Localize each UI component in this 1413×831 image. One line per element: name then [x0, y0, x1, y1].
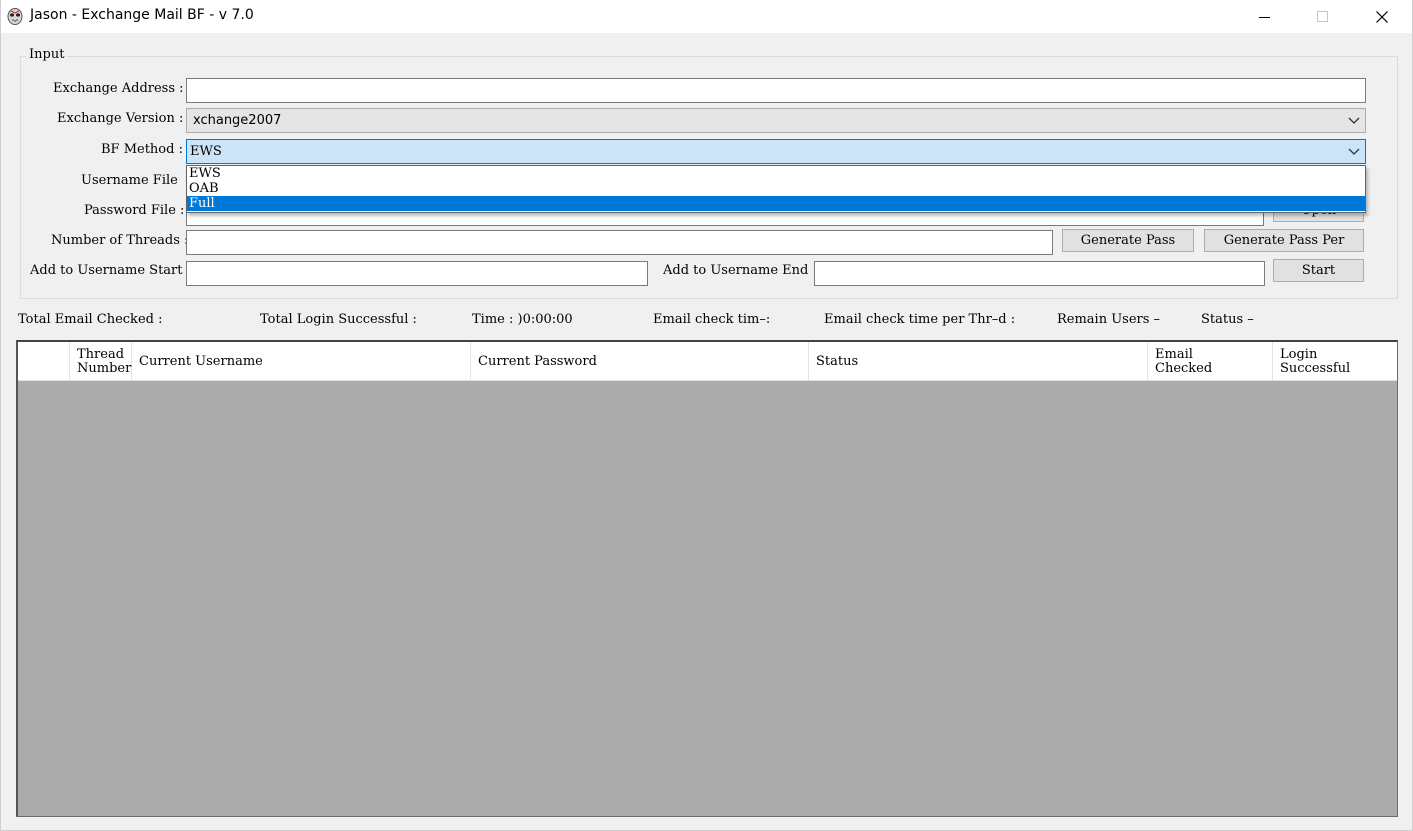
- column-header-line: Current Password: [478, 353, 597, 369]
- bf-method-select[interactable]: EWS: [186, 139, 1366, 164]
- column-header-line: Status: [816, 353, 859, 369]
- row-header-column: [18, 342, 70, 381]
- column-header-line: Checked: [1155, 360, 1213, 376]
- generate-pass-per-button[interactable]: Generate Pass Per: [1204, 229, 1364, 252]
- start-button[interactable]: Start: [1273, 259, 1364, 282]
- column-header-line: Current Username: [139, 353, 263, 369]
- total-email-checked-label: Total Email Checked :: [18, 312, 163, 327]
- chevron-down-icon: [1348, 117, 1360, 124]
- add-to-username-end-input[interactable]: [814, 261, 1265, 286]
- maximize-icon: [1317, 10, 1328, 22]
- close-button[interactable]: [1353, 0, 1411, 33]
- password-file-label: Password File :: [84, 203, 185, 218]
- email-check-time-per-thread-label: Email check time per Thr–d :: [824, 312, 1016, 327]
- column-header-status[interactable]: Status: [809, 342, 1148, 381]
- minimize-button[interactable]: [1236, 0, 1294, 33]
- bf-method-option[interactable]: OAB: [187, 181, 1365, 196]
- number-of-threads-input[interactable]: [186, 230, 1053, 255]
- column-header-current-password[interactable]: Current Password: [471, 342, 809, 381]
- column-header-line: Number: [77, 360, 132, 376]
- add-to-username-start-input[interactable]: [186, 261, 648, 286]
- bf-method-option-highlighted[interactable]: Full: [187, 196, 1365, 211]
- results-grid[interactable]: Thread Number Current Username Current Pa…: [16, 340, 1398, 817]
- column-header-line: Login: [1280, 346, 1318, 362]
- add-to-username-start-label: Add to Username Start :: [30, 263, 191, 278]
- bf-method-dropdown: EWS OAB Full: [186, 165, 1366, 213]
- exchange-address-label: Exchange Address :: [53, 81, 184, 96]
- exchange-version-select[interactable]: xchange2007: [186, 108, 1366, 133]
- add-to-username-end-label: Add to Username End :: [663, 263, 817, 278]
- time-label: Time : )0:00:00: [472, 312, 573, 327]
- bf-method-label: BF Method :: [101, 142, 183, 157]
- window-title: Jason - Exchange Mail BF - v 7.0: [30, 7, 254, 23]
- column-header-line: Successful: [1280, 360, 1351, 376]
- column-header-current-username[interactable]: Current Username: [132, 342, 471, 381]
- email-check-time-label: Email check tim–:: [653, 312, 771, 327]
- number-of-threads-label: Number of Threads :: [51, 233, 189, 248]
- bf-method-value: EWS: [190, 144, 222, 159]
- exchange-version-value: xchange2007: [193, 113, 282, 128]
- close-icon: [1376, 10, 1388, 23]
- input-group-legend: Input: [26, 47, 68, 62]
- total-login-successful-label: Total Login Successful :: [260, 312, 417, 327]
- hockey-mask-icon: [7, 8, 23, 25]
- exchange-address-input[interactable]: [186, 78, 1366, 103]
- column-header-thread-number[interactable]: Thread Number: [70, 342, 132, 381]
- generate-pass-button[interactable]: Generate Pass: [1062, 229, 1194, 252]
- username-file-label: Username File: [81, 173, 178, 188]
- grid-header: Thread Number Current Username Current Pa…: [18, 342, 1397, 381]
- column-header-line: Email: [1155, 346, 1193, 362]
- column-header-line: Thread: [77, 346, 125, 362]
- status-label: Status –: [1201, 312, 1254, 327]
- exchange-version-label: Exchange Version :: [57, 111, 184, 126]
- column-header-email-checked[interactable]: Email Checked: [1148, 342, 1273, 381]
- bf-method-option[interactable]: EWS: [187, 166, 1365, 181]
- maximize-button[interactable]: [1294, 0, 1352, 33]
- minimize-icon: [1259, 16, 1270, 18]
- column-header-login-successful[interactable]: Login Successful: [1273, 342, 1397, 381]
- remain-users-label: Remain Users –: [1057, 312, 1161, 327]
- chevron-down-icon: [1348, 148, 1360, 155]
